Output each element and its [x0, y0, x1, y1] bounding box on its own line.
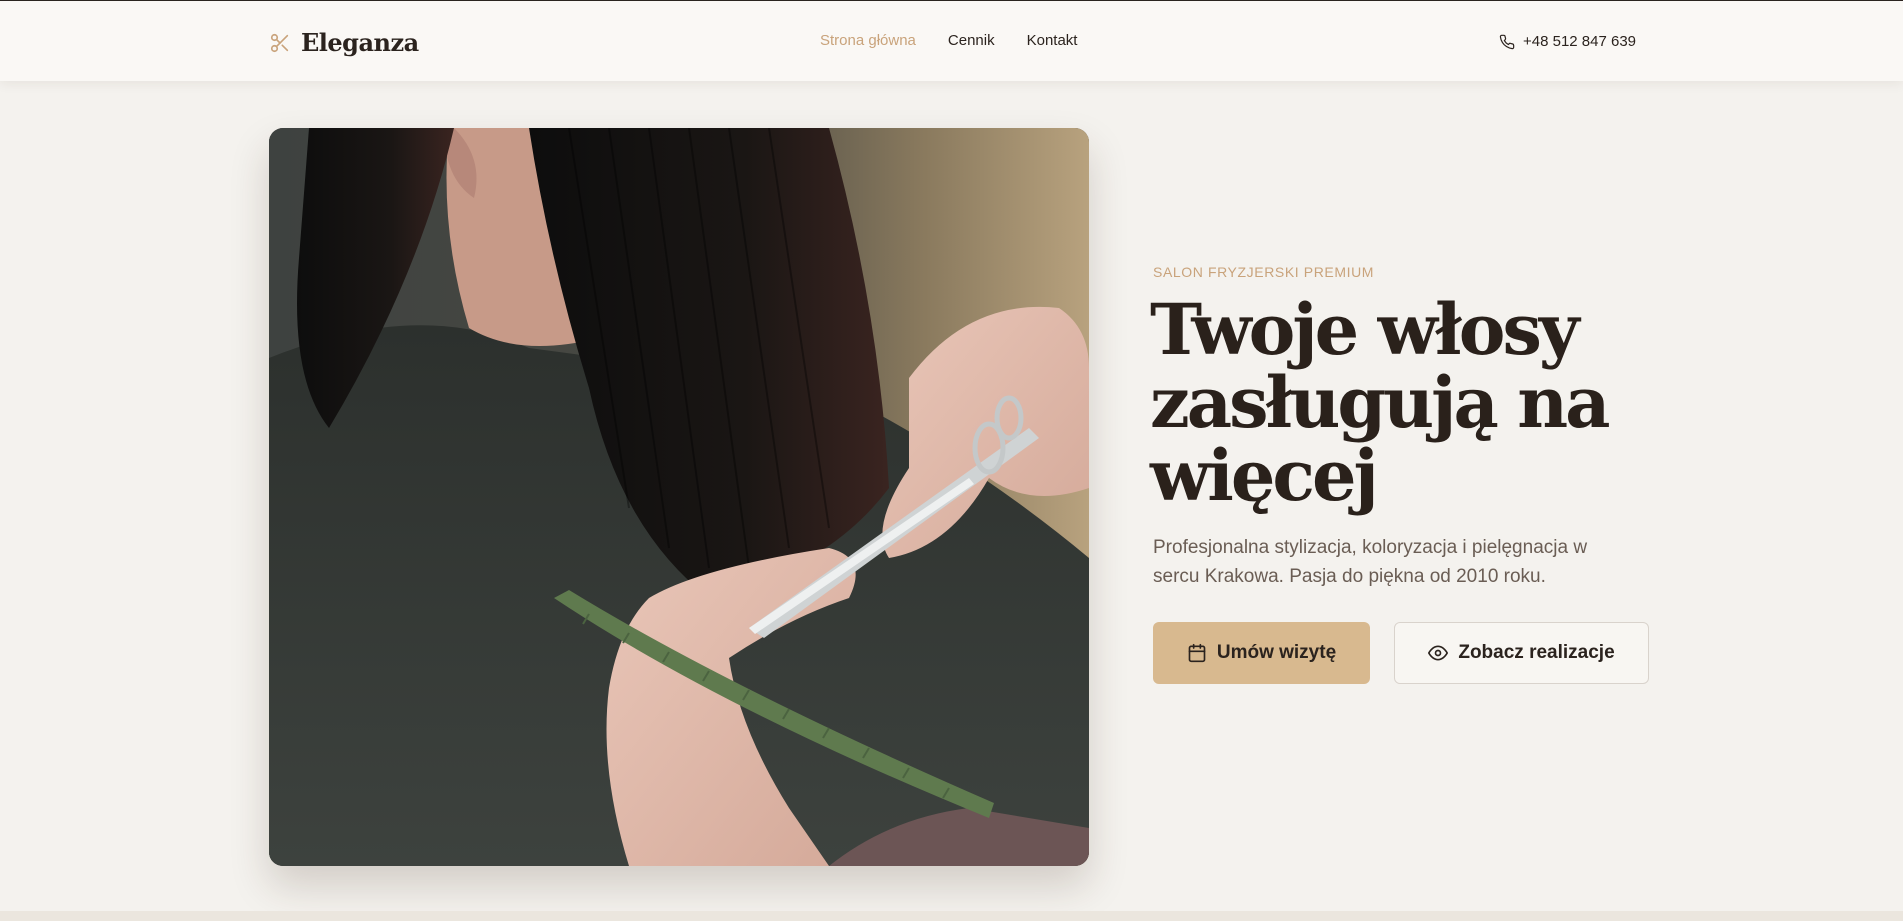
- book-appointment-button[interactable]: Umów wizytę: [1153, 622, 1370, 684]
- hero-title-line-1: Twoje włosy: [1150, 288, 1580, 371]
- nav-item-contact[interactable]: Kontakt: [1027, 32, 1078, 49]
- phone-icon: [1499, 34, 1515, 49]
- view-portfolio-label: Zobacz realizacje: [1458, 642, 1615, 663]
- main-nav: Strona główna Cennik Kontakt: [820, 32, 1077, 49]
- book-appointment-label: Umów wizytę: [1216, 642, 1337, 663]
- phone-link[interactable]: +48 512 847 639: [1499, 33, 1636, 50]
- haircut-photo: [269, 128, 1089, 866]
- view-portfolio-button[interactable]: Zobacz realizacje: [1394, 622, 1649, 684]
- hero-title: Twoje włosy zasługują na więcej: [1150, 293, 1670, 512]
- hero-title-line-2: zasługują na: [1150, 361, 1611, 444]
- next-section-edge: [0, 911, 1903, 921]
- calendar-icon: [1188, 643, 1206, 663]
- phone-number: +48 512 847 639: [1523, 33, 1637, 50]
- hero-title-line-3: więcej: [1150, 434, 1379, 517]
- hero-image: [269, 128, 1089, 866]
- nav-item-home[interactable]: Strona główna: [820, 32, 916, 49]
- scissors-icon: [270, 33, 289, 52]
- eye-icon: [1428, 645, 1449, 661]
- hero-description: Profesjonalna stylizacja, koloryzacja i …: [1153, 537, 1588, 587]
- brand[interactable]: Eleganza: [269, 28, 419, 57]
- nav-item-pricing[interactable]: Cennik: [948, 32, 995, 49]
- hero-eyebrow: SALON FRYZJERSKI PREMIUM: [1153, 264, 1375, 280]
- site-header: Eleganza Strona główna Cennik Kontakt +4…: [0, 1, 1903, 81]
- brand-name: Eleganza: [301, 28, 419, 57]
